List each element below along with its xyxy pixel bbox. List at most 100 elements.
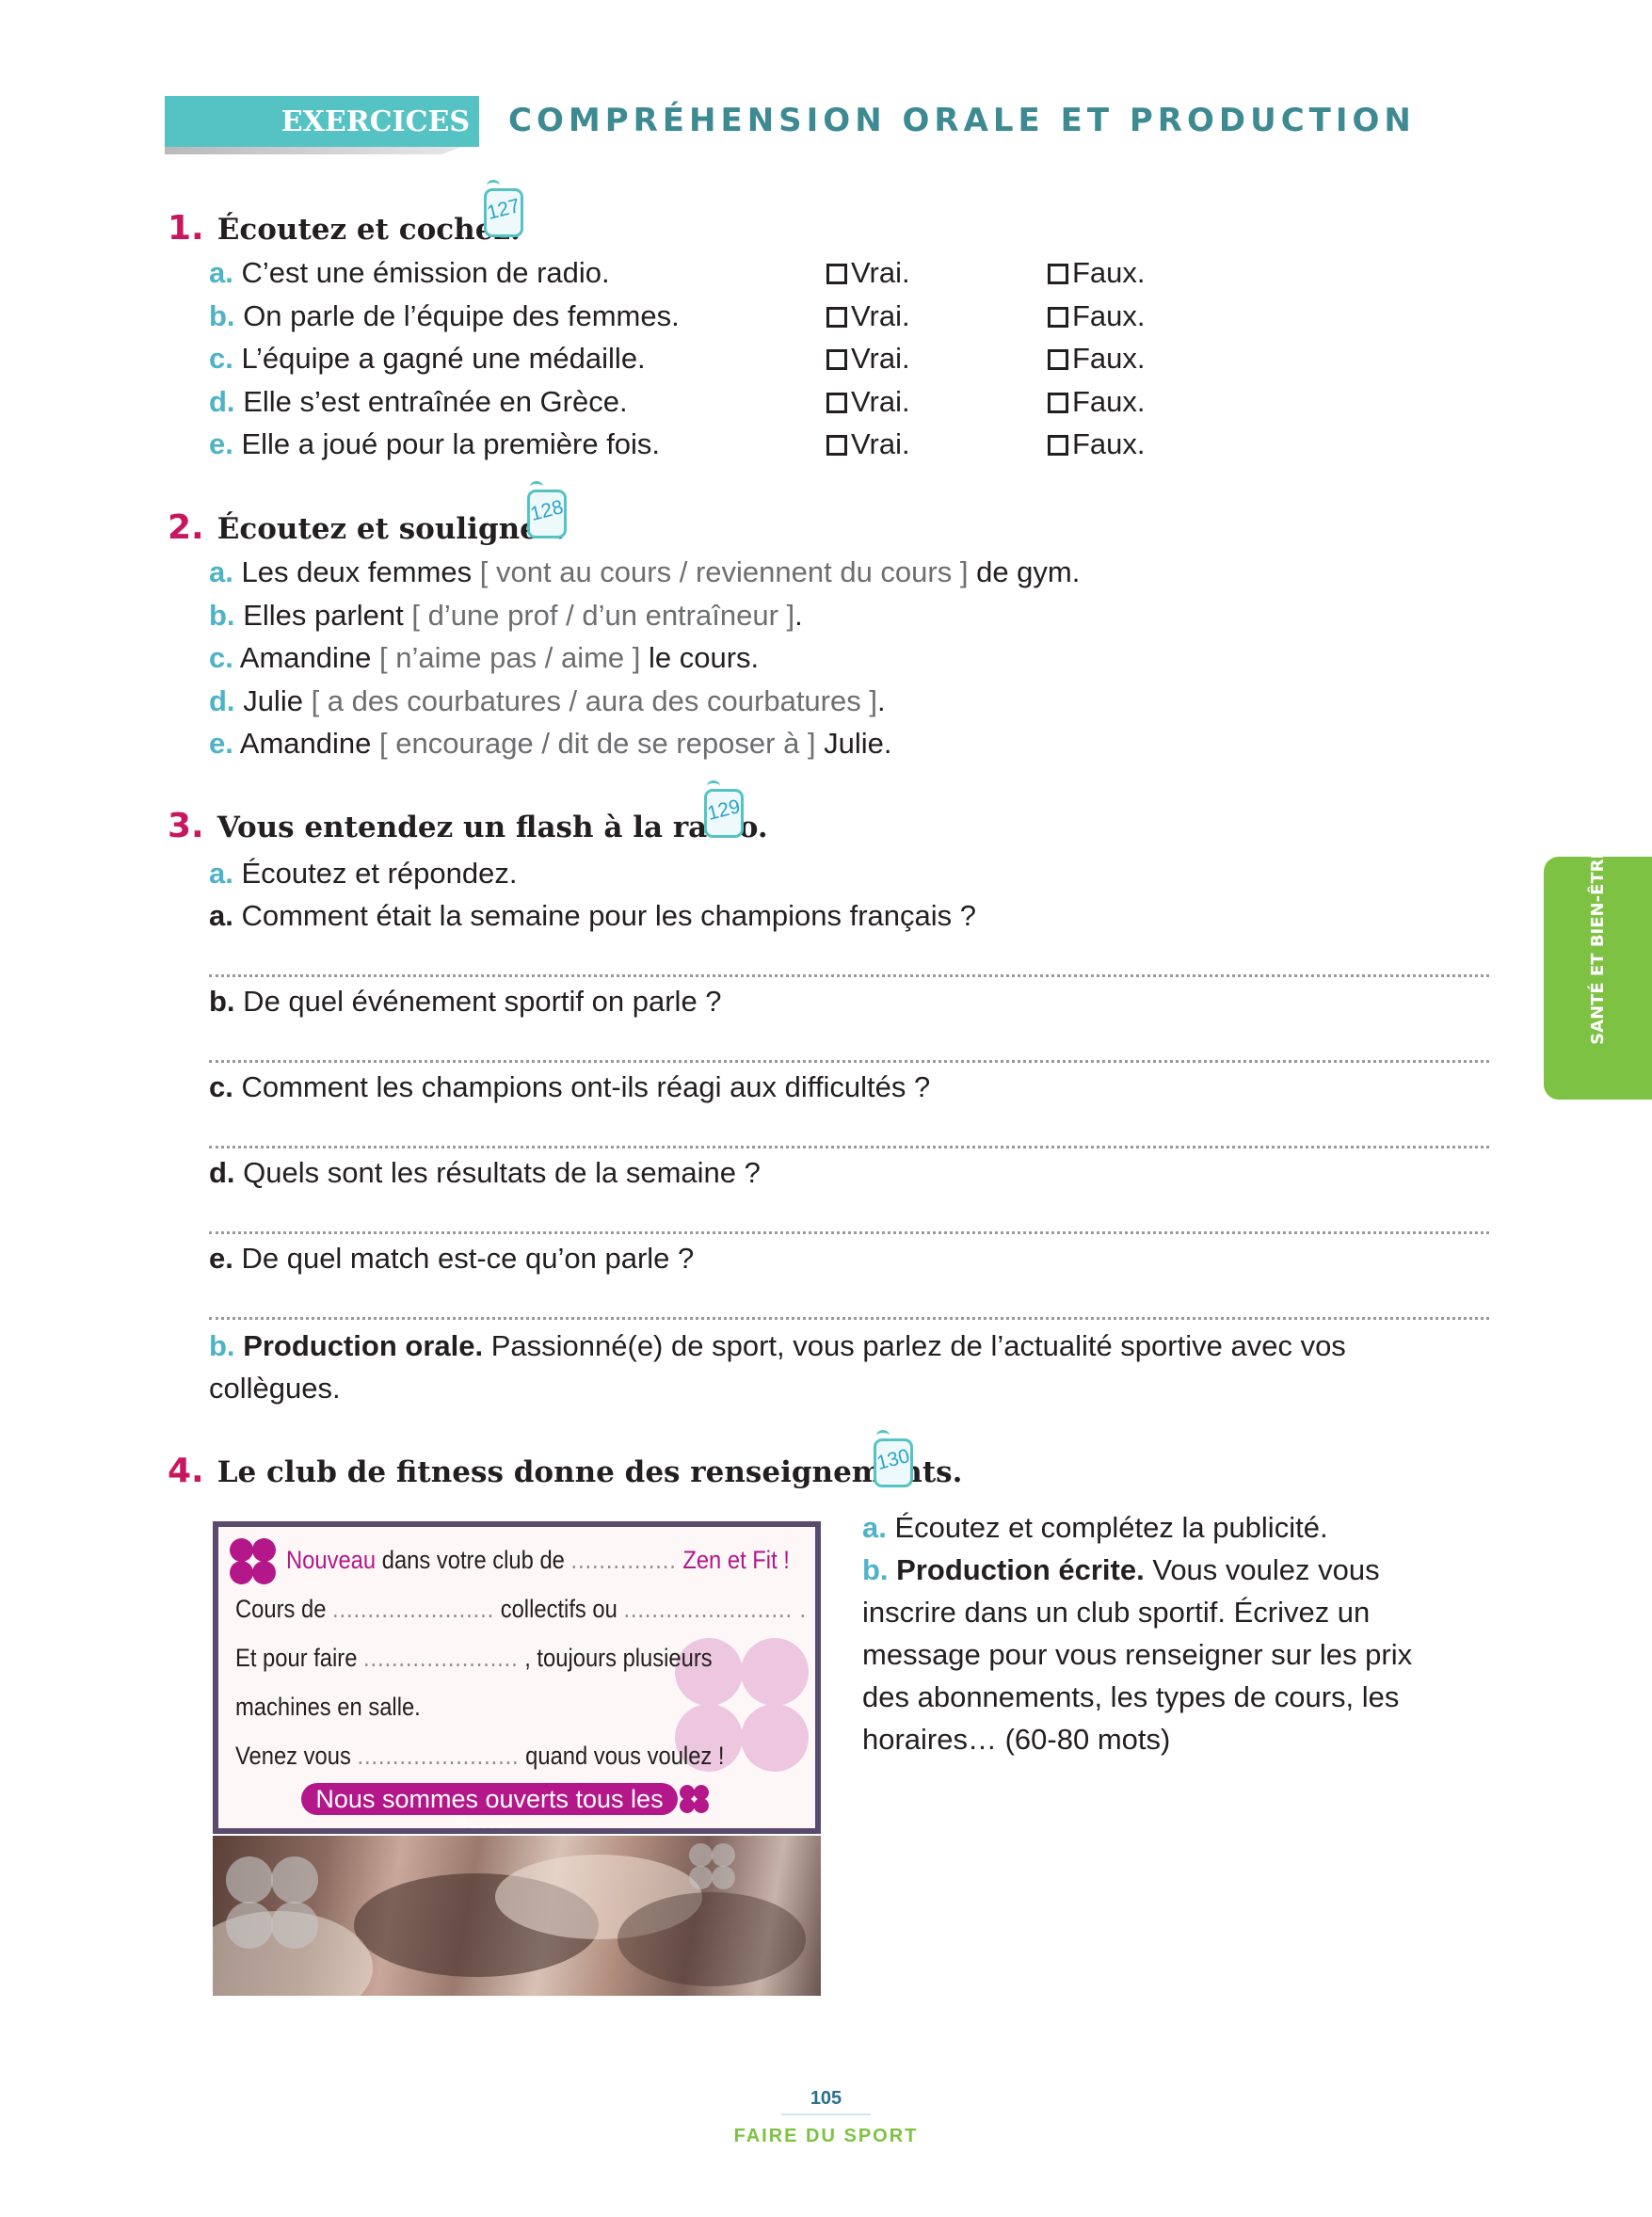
true-option[interactable]: Vrai. <box>826 385 910 419</box>
clover-icon <box>680 1785 712 1813</box>
audio-track-icon[interactable]: 128 <box>527 481 567 538</box>
signal-icon <box>707 780 720 792</box>
ad-blank: ........................ . <box>623 1595 807 1623</box>
fitness-club-advertisement: Nouveau dans votre club de .............… <box>213 1521 821 1834</box>
item-letter: a. <box>209 555 233 588</box>
signal-icon <box>487 180 500 191</box>
exercise-2-instruction: Écoutez et soulignez. <box>217 512 566 546</box>
exercise-1-instruction: Écoutez et cochez. <box>217 213 521 247</box>
answer-line[interactable] <box>209 1231 1489 1234</box>
fitness-class-photo <box>213 1836 821 1996</box>
item-letter: d. <box>209 1156 235 1189</box>
item-choices[interactable]: [ encourage / dit de se reposer à ] <box>379 727 816 760</box>
item-choices[interactable]: [ n’aime pas / aime ] <box>379 641 640 674</box>
false-label: Faux. <box>1072 384 1146 418</box>
false-option[interactable]: Faux. <box>1048 299 1146 333</box>
item-letter: b. <box>209 298 235 332</box>
item-letter: b. <box>209 1329 235 1362</box>
checkbox[interactable] <box>1048 349 1068 370</box>
item-text: Écoutez et complétez la publicité. <box>886 1511 1328 1544</box>
item-letter: e. <box>209 727 233 760</box>
checkbox[interactable] <box>826 264 847 284</box>
item-letter: c. <box>209 342 233 375</box>
answer-line[interactable] <box>209 1060 1489 1063</box>
item-choices[interactable]: [ a des courbatures / aura des courbatur… <box>312 684 877 717</box>
checkbox[interactable] <box>826 306 847 328</box>
exercise-2-heading: 2. Écoutez et soulignez. <box>168 508 565 547</box>
true-label: Vrai. <box>851 256 910 289</box>
exercise-3-part-a: a. Écoutez et répondez. <box>209 857 517 891</box>
question-item: b. De quel événement sportif on parle ? <box>209 985 722 1019</box>
item-letter: e. <box>209 1242 233 1275</box>
item-choices[interactable]: [ vont au cours / reviennent du cours ] <box>480 555 969 588</box>
item-letter: b. <box>862 1553 889 1586</box>
item-text: Julie. <box>815 727 892 760</box>
signal-icon <box>876 1430 890 1441</box>
false-option[interactable]: Faux. <box>1048 385 1146 419</box>
signal-icon <box>530 481 543 492</box>
item-text: L’équipe a gagné une médaille. <box>241 342 646 375</box>
true-option[interactable]: Vrai. <box>826 299 910 333</box>
exercise-4-number: 4. <box>168 1452 204 1490</box>
ad-blank: ...................... <box>363 1644 519 1672</box>
underline-item: a. Les deux femmes [ vont au cours / rev… <box>209 555 1080 589</box>
answer-line[interactable] <box>209 1317 1489 1320</box>
checkbox[interactable] <box>826 392 847 413</box>
checkbox[interactable] <box>1048 264 1068 284</box>
true-option[interactable]: Vrai. <box>826 427 910 461</box>
page-number: 105 <box>810 2088 842 2109</box>
exercise-3-heading: 3. Vous entendez un flash à la radio. <box>168 807 768 845</box>
question-item: e. De quel match est-ce qu’on parle ? <box>209 1242 694 1276</box>
item-choices[interactable]: [ d’une prof / d’un entraîneur ] <box>411 599 794 632</box>
checkbox[interactable] <box>826 435 847 456</box>
item-letter: d. <box>209 683 235 717</box>
false-option[interactable]: Faux. <box>1048 256 1146 290</box>
section-title: COMPRÉHENSION ORALE ET PRODUCTION <box>508 102 1416 139</box>
ad-blank: ............... <box>570 1546 677 1574</box>
exercise-4-instruction: Le club de fitness donne des renseigneme… <box>217 1455 963 1489</box>
item-text: Quels sont les résultats de la semaine ? <box>234 1156 761 1189</box>
audio-track-icon[interactable]: 127 <box>484 180 523 237</box>
audio-track-icon[interactable]: 129 <box>704 780 744 838</box>
true-option[interactable]: Vrai. <box>826 342 910 376</box>
item-text: . <box>876 683 886 717</box>
item-letter: e. <box>209 427 233 460</box>
ad-text: collectifs ou <box>494 1595 624 1623</box>
item-text: . <box>794 598 803 632</box>
clover-decoration <box>741 1704 809 1772</box>
clover-decoration <box>741 1638 809 1706</box>
item-text: Les deux femmes <box>241 555 480 588</box>
ad-new-label: Nouveau <box>286 1546 377 1574</box>
checkbox[interactable] <box>1048 306 1068 328</box>
exercises-tab: EXERCICES <box>165 96 479 147</box>
item-letter: a. <box>209 256 233 289</box>
exercise-4-task-b: b. Production écrite. Vous voulez vous <box>862 1549 1465 1591</box>
false-option[interactable]: Faux. <box>1048 342 1146 376</box>
audio-track-icon[interactable]: 130 <box>874 1430 913 1487</box>
audio-track-number: 129 <box>705 795 743 825</box>
ad-text: Venez vous <box>235 1742 358 1770</box>
item-text: Elle s’est entraînée en Grèce. <box>243 384 628 418</box>
true-option[interactable]: Vrai. <box>826 256 910 290</box>
checkbox[interactable] <box>1048 435 1068 456</box>
exercise-1-heading: 1. Écoutez et cochez. <box>168 209 521 248</box>
item-text: C’est une émission de radio. <box>241 256 610 289</box>
side-tab-label: SANTÉ ET BIEN-ÊTRE <box>1588 847 1608 1045</box>
underline-item: b. Elles parlent [ d’une prof / d’un ent… <box>209 599 803 633</box>
ad-text: Et pour faire <box>235 1644 364 1672</box>
answer-line[interactable] <box>209 974 1489 977</box>
item-letter: b. <box>209 598 235 632</box>
checkbox[interactable] <box>826 349 847 370</box>
item-text: Amandine <box>239 641 379 674</box>
ad-line-2: Cours de ....................... collect… <box>235 1595 807 1624</box>
exercise-4-heading: 4. Le club de fitness donne des renseign… <box>168 1452 962 1490</box>
answer-line[interactable] <box>209 1146 1489 1149</box>
ad-club-name: Zen et Fit ! <box>676 1546 790 1574</box>
item-text: Vous voulez vous <box>1144 1553 1380 1586</box>
false-option[interactable]: Faux. <box>1048 427 1146 461</box>
true-label: Vrai. <box>851 342 910 375</box>
item-letter: c. <box>209 1070 233 1103</box>
exercise-2-number: 2. <box>168 508 204 547</box>
checkbox[interactable] <box>1048 392 1068 413</box>
item-text: le cours. <box>640 641 760 674</box>
